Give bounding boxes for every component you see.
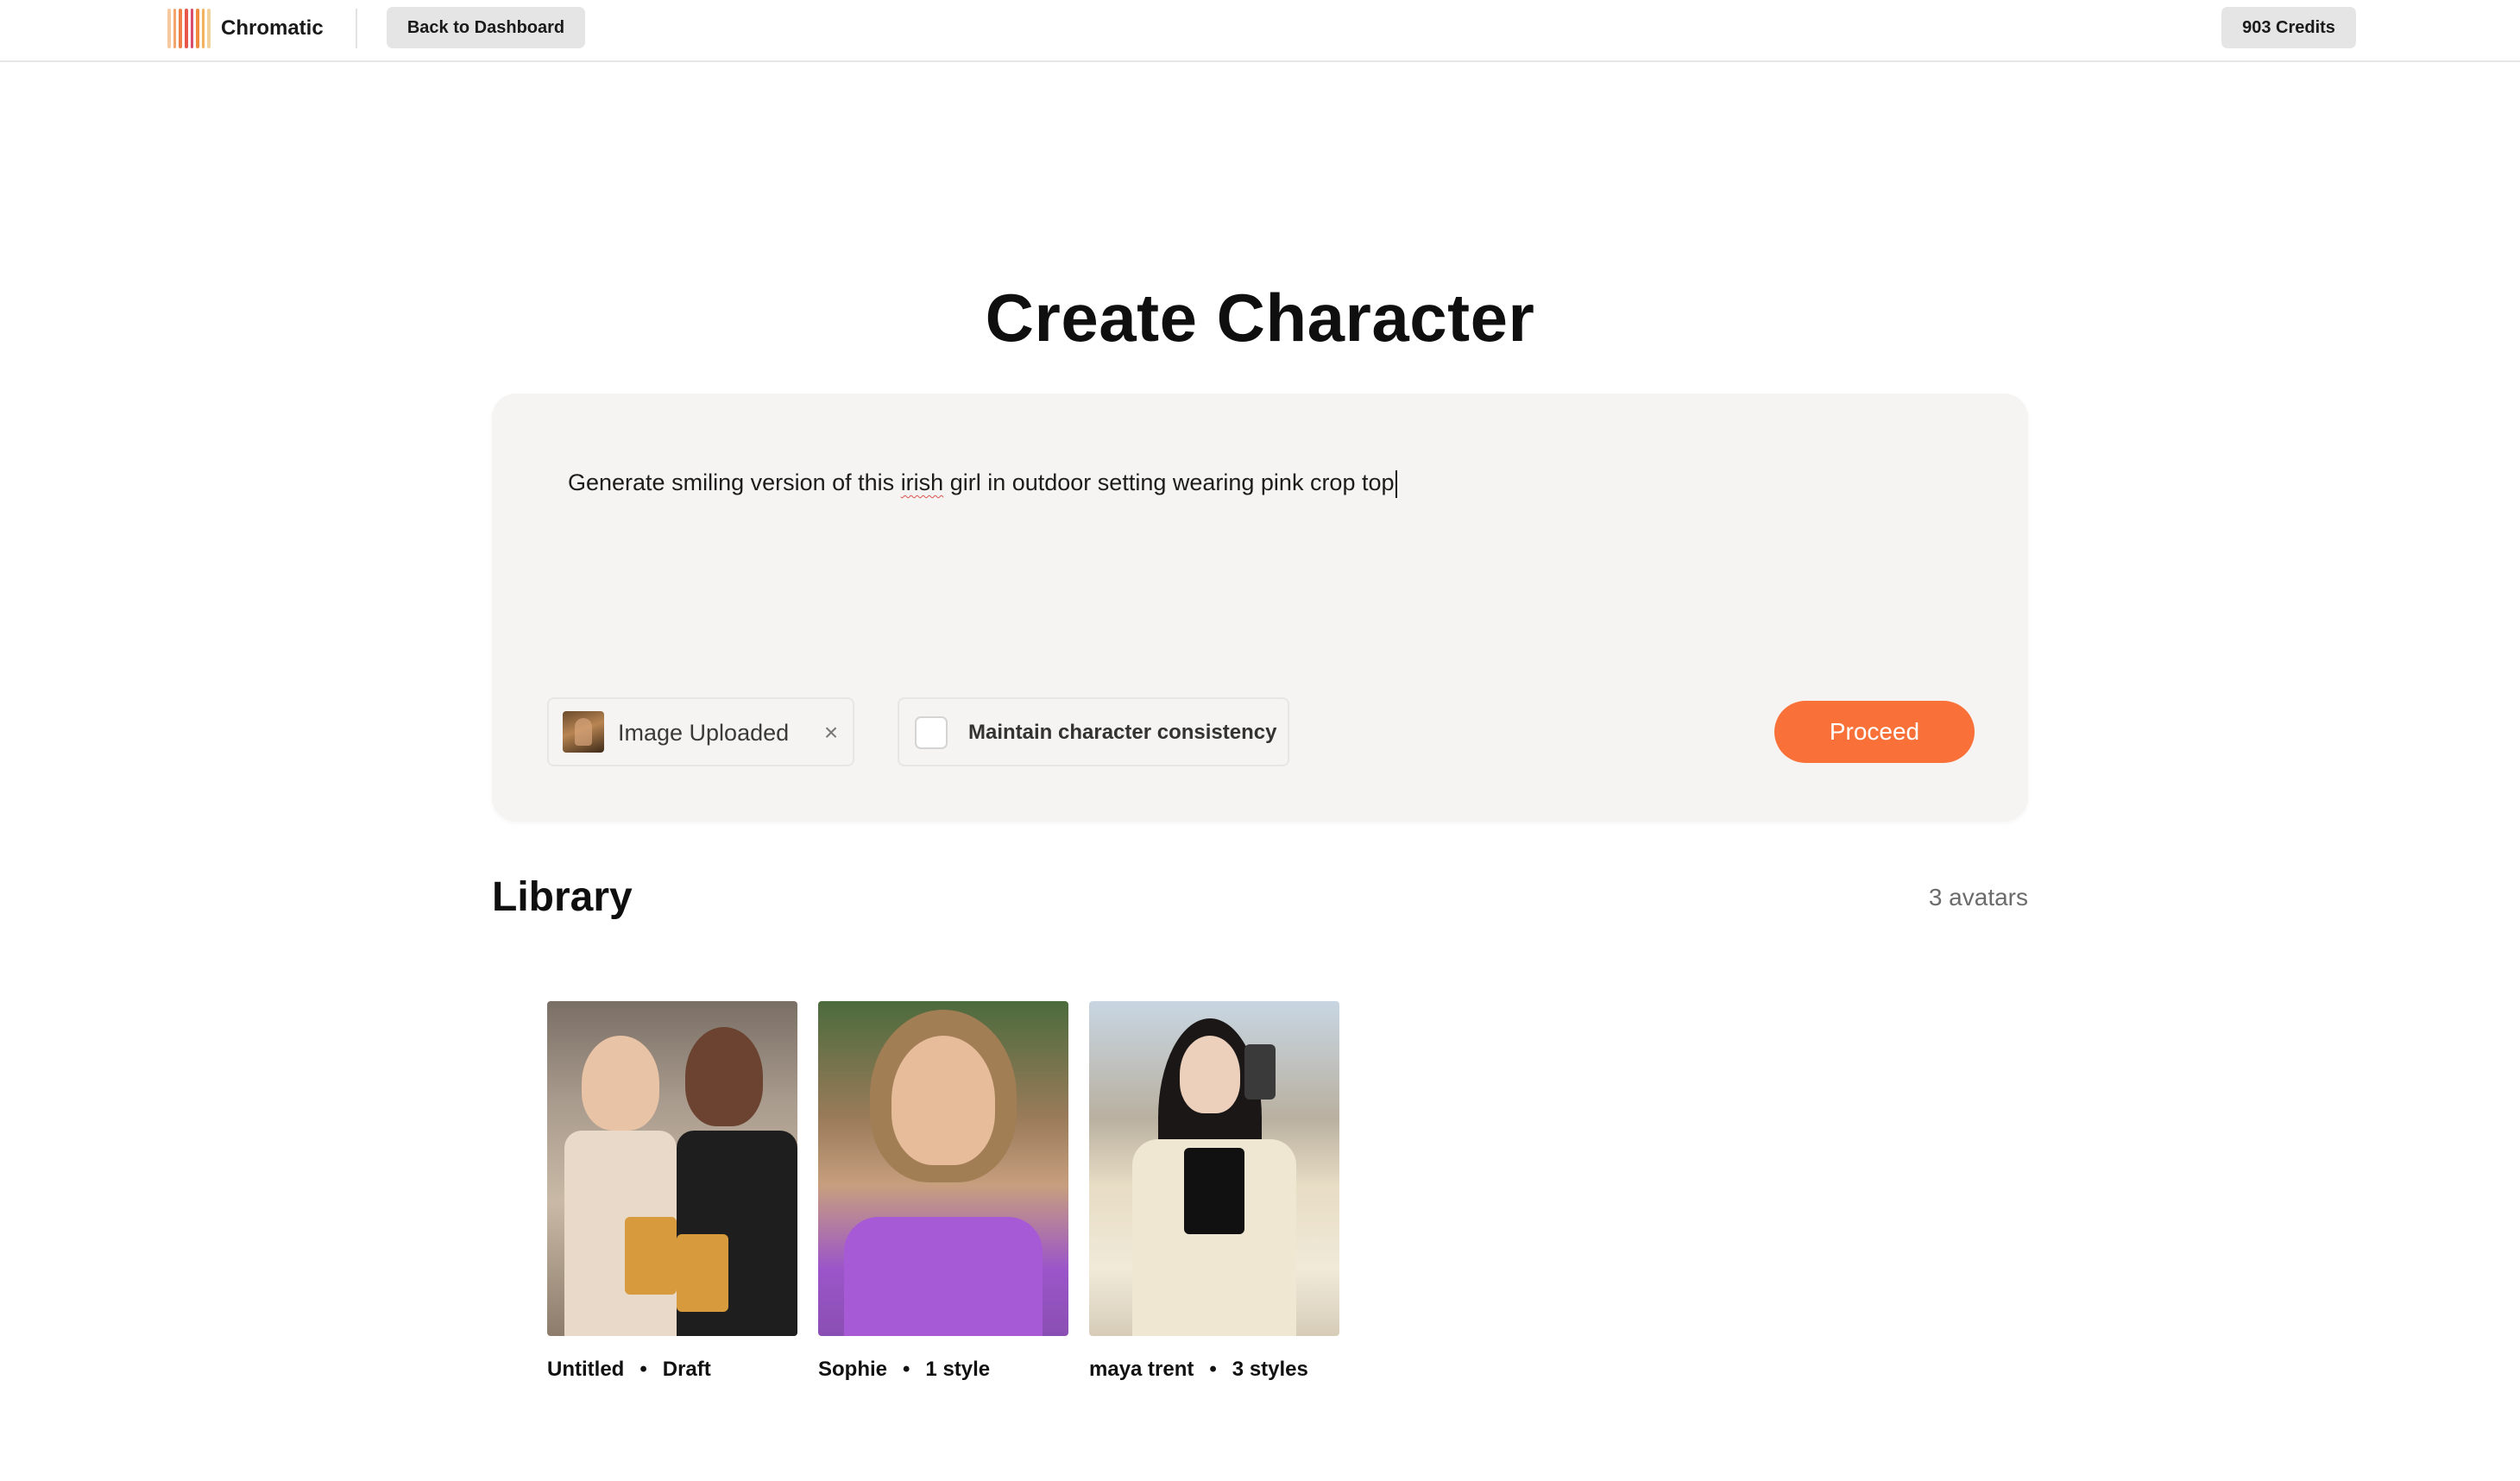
avatar-caption: Sophie • 1 style xyxy=(818,1357,1068,1383)
caption-separator: • xyxy=(639,1358,647,1381)
prompt-misspelled-word[interactable]: irish xyxy=(901,470,944,495)
logo-stripe xyxy=(179,9,182,48)
uploaded-image-thumbnail xyxy=(563,711,604,753)
top-bar: Chromatic Back to Dashboard 903 Credits xyxy=(0,0,2520,62)
avatar-image[interactable] xyxy=(818,1001,1068,1336)
header-divider xyxy=(356,9,357,48)
avatar-name: maya trent xyxy=(1089,1358,1194,1381)
avatar-name: Sophie xyxy=(818,1358,888,1381)
logo-stripe xyxy=(196,9,199,48)
caption-separator: • xyxy=(1209,1358,1217,1381)
brand-name[interactable]: Chromatic xyxy=(221,16,324,41)
avatar-card[interactable]: Sophie • 1 style xyxy=(818,1001,1068,1383)
logo-stripe xyxy=(207,9,211,48)
avatar-meta: 3 styles xyxy=(1232,1358,1308,1381)
logo-stripe xyxy=(184,9,188,48)
credits-badge[interactable]: 903 Credits xyxy=(2221,7,2356,48)
caption-separator: • xyxy=(903,1358,910,1381)
page-title: Create Character xyxy=(985,280,1535,356)
prompt-text-start: Generate smiling version of this xyxy=(568,470,901,495)
prompt-textarea[interactable]: Generate smiling version of this irish g… xyxy=(568,461,1949,504)
logo-stripe xyxy=(190,9,194,48)
avatar-image[interactable] xyxy=(547,1001,797,1336)
character-consistency-toggle[interactable]: Maintain character consistency xyxy=(898,697,1289,766)
logo-stripe xyxy=(167,9,171,48)
avatar-caption: Untitled • Draft xyxy=(547,1357,797,1383)
uploaded-image-chip[interactable]: Image Uploaded × xyxy=(547,697,854,766)
remove-image-close-icon[interactable]: × xyxy=(816,716,846,749)
avatar-name: Untitled xyxy=(547,1358,625,1381)
prompt-text-end: girl in outdoor setting wearing pink cro… xyxy=(943,470,1395,495)
avatar-image[interactable] xyxy=(1089,1001,1339,1336)
consistency-checkbox[interactable] xyxy=(915,716,948,749)
back-to-dashboard-button[interactable]: Back to Dashboard xyxy=(387,7,585,48)
avatar-card[interactable]: Untitled • Draft xyxy=(547,1001,797,1383)
avatar-card[interactable]: maya trent • 3 styles xyxy=(1089,1001,1339,1383)
text-caret xyxy=(1395,470,1397,498)
proceed-button[interactable]: Proceed xyxy=(1774,701,1975,763)
upload-status-label: Image Uploaded xyxy=(618,720,790,746)
library-title: Library xyxy=(492,874,633,920)
avatar-caption: maya trent • 3 styles xyxy=(1089,1357,1339,1383)
logo-stripe xyxy=(201,9,205,48)
consistency-label: Maintain character consistency xyxy=(968,721,1277,744)
avatar-meta: Draft xyxy=(662,1358,711,1381)
chromatic-logo-icon[interactable] xyxy=(167,9,211,48)
avatar-meta: 1 style xyxy=(925,1358,991,1381)
library-avatar-count: 3 avatars xyxy=(1928,884,2028,911)
prompt-composer-card: Generate smiling version of this irish g… xyxy=(492,394,2028,822)
logo-stripe xyxy=(173,9,177,48)
